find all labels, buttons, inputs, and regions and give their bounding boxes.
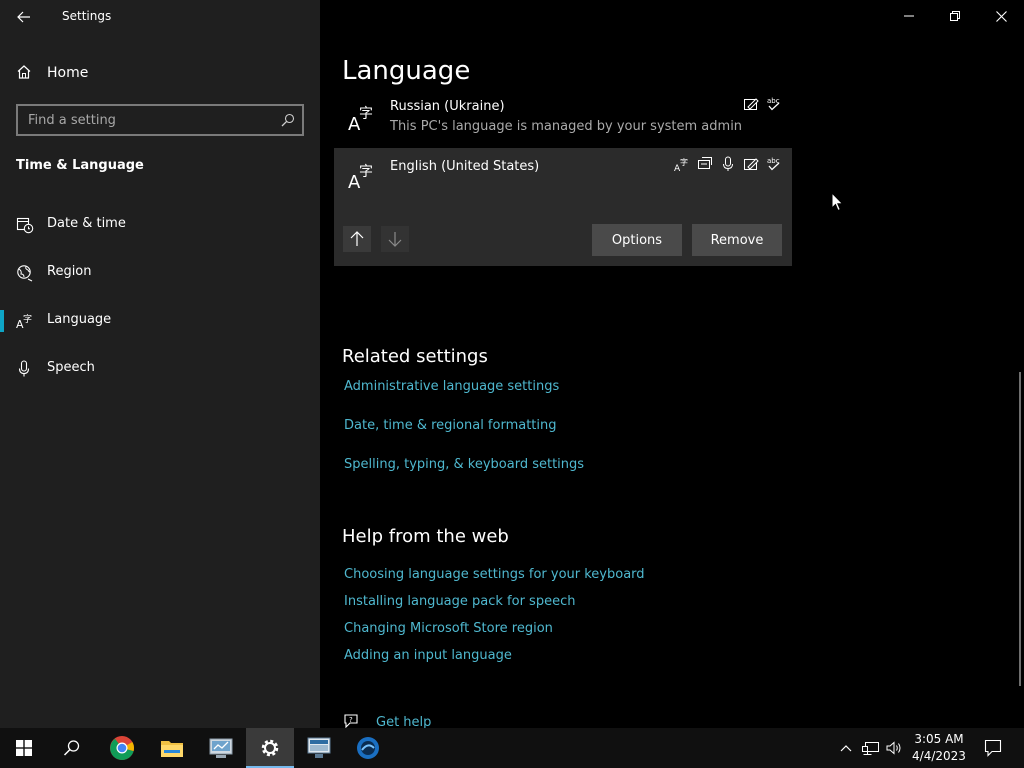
sidebar-item-region[interactable]: Region	[0, 253, 320, 293]
sidebar: Settings Home Time & Language Date & tim…	[0, 0, 320, 728]
search-box[interactable]	[16, 104, 304, 136]
chevron-up-icon	[840, 745, 852, 752]
nav-home[interactable]: Home	[0, 56, 320, 90]
feature-icons: A字 abc	[674, 156, 782, 174]
app-circle-icon	[357, 737, 379, 759]
related-settings-title: Related settings	[342, 346, 488, 367]
link-administrative-language[interactable]: Administrative language settings	[344, 379, 559, 394]
settings-gear-icon	[261, 739, 279, 757]
volume-icon	[886, 741, 901, 755]
language-name: Russian (Ukraine)	[390, 99, 505, 114]
help-from-web-title: Help from the web	[342, 526, 509, 547]
remove-button[interactable]: Remove	[692, 224, 782, 256]
taskbar-app-circle[interactable]	[344, 728, 392, 768]
show-hidden-icons-button[interactable]	[836, 728, 856, 768]
sidebar-item-label: Language	[47, 312, 112, 327]
link-spelling-typing-keyboard[interactable]: Spelling, typing, & keyboard settings	[344, 457, 584, 472]
taskbar-remote-desktop[interactable]	[295, 728, 343, 768]
network-button[interactable]	[860, 728, 882, 768]
handwriting-icon	[743, 156, 759, 172]
feature-icons: abc	[743, 96, 782, 112]
app-title: Settings	[62, 9, 112, 23]
svg-text:字: 字	[680, 157, 688, 167]
taskbar-clock[interactable]: 3:05 AM 4/4/2023	[906, 731, 972, 765]
minimize-icon	[904, 15, 914, 17]
language-icon: A字	[16, 313, 32, 330]
home-icon	[17, 65, 31, 79]
computer-management-icon	[209, 738, 233, 758]
spellcheck-icon: abc	[766, 96, 782, 112]
svg-text:字: 字	[359, 164, 373, 180]
clock-date: 4/4/2023	[912, 749, 966, 763]
sidebar-item-date-time[interactable]: Date & time	[0, 205, 320, 245]
sidebar-item-label: Date & time	[47, 216, 126, 231]
scrollbar[interactable]	[1019, 372, 1021, 686]
language-name: English (United States)	[390, 159, 540, 174]
sidebar-item-label: Speech	[47, 360, 95, 375]
close-button[interactable]	[978, 0, 1024, 32]
speech-recognition-icon	[720, 156, 736, 172]
restore-icon	[950, 11, 960, 21]
back-button[interactable]	[10, 6, 38, 28]
page-title: Language	[342, 56, 471, 86]
arrow-down-icon	[388, 232, 402, 247]
mouse-cursor-icon	[831, 192, 844, 212]
display-language-icon: A字	[674, 156, 690, 174]
taskbar-file-explorer[interactable]	[148, 728, 196, 768]
nav-home-label: Home	[47, 65, 89, 81]
language-icon: A字	[348, 106, 373, 132]
globe-icon	[17, 265, 33, 282]
svg-text:字: 字	[23, 313, 32, 325]
move-up-button[interactable]	[343, 226, 371, 252]
clock-time: 3:05 AM	[914, 732, 964, 746]
search-icon[interactable]	[281, 113, 295, 127]
language-icon: A字	[348, 164, 373, 190]
windows-start-icon	[16, 740, 32, 756]
back-arrow-icon	[17, 11, 30, 23]
sidebar-item-speech[interactable]: Speech	[0, 349, 320, 389]
svg-text:?: ?	[349, 716, 353, 724]
close-icon	[995, 10, 1007, 22]
taskbar: 3:05 AM 4/4/2023	[0, 728, 1024, 768]
clock-calendar-icon	[16, 217, 34, 234]
search-input[interactable]	[18, 106, 268, 134]
link-microsoft-store-region[interactable]: Changing Microsoft Store region	[344, 621, 553, 636]
language-row-russian[interactable]: A字 Russian (Ukraine) This PC's language …	[334, 92, 792, 146]
taskbar-chrome[interactable]	[98, 728, 146, 768]
minimize-button[interactable]	[886, 0, 932, 32]
network-icon	[862, 742, 879, 755]
volume-button[interactable]	[884, 728, 904, 768]
get-help-icon: ?	[344, 714, 358, 728]
handwriting-icon	[743, 96, 759, 112]
link-date-time-formatting[interactable]: Date, time & regional formatting	[344, 418, 557, 433]
action-center-icon	[984, 739, 1002, 757]
sidebar-item-label: Region	[47, 264, 92, 279]
svg-text:字: 字	[359, 106, 373, 122]
taskbar-search-button[interactable]	[48, 728, 96, 768]
sidebar-item-language[interactable]: A字 Language	[0, 301, 320, 341]
chrome-icon	[110, 736, 134, 760]
options-button[interactable]: Options	[592, 224, 682, 256]
restore-button[interactable]	[932, 0, 978, 32]
language-row-english[interactable]: A字 English (United States) A字 abc Option…	[334, 148, 792, 266]
link-language-pack-speech[interactable]: Installing language pack for speech	[344, 594, 575, 609]
microphone-icon	[18, 360, 30, 377]
link-keyboard-language-settings[interactable]: Choosing language settings for your keyb…	[344, 567, 645, 582]
taskbar-computer-management[interactable]	[197, 728, 245, 768]
search-icon	[63, 740, 80, 756]
remote-desktop-icon	[307, 737, 331, 758]
text-to-speech-icon	[697, 156, 713, 172]
action-center-button[interactable]	[978, 728, 1008, 768]
language-status: This PC's language is managed by your sy…	[390, 119, 743, 134]
spellcheck-icon: abc	[766, 156, 782, 172]
start-button[interactable]	[0, 728, 48, 768]
move-down-button[interactable]	[381, 226, 409, 252]
taskbar-settings[interactable]	[246, 728, 294, 768]
link-adding-input-language[interactable]: Adding an input language	[344, 648, 512, 663]
arrow-up-icon	[350, 231, 364, 246]
section-title: Time & Language	[16, 158, 144, 173]
file-explorer-icon	[161, 741, 183, 757]
